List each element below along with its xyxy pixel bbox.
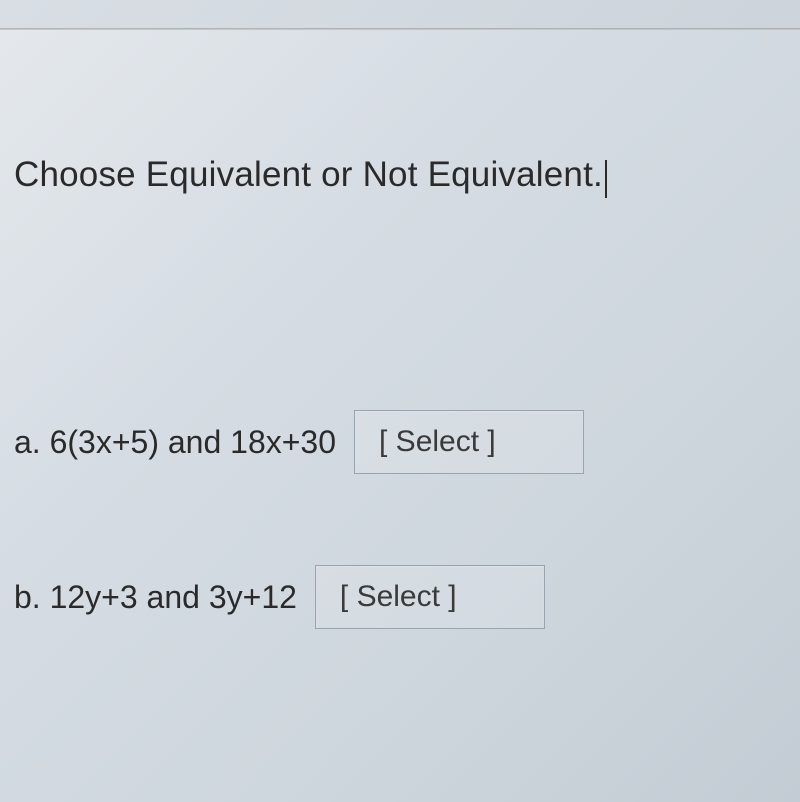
content-area: Choose Equivalent or Not Equivalent. a. … [0,30,800,802]
heading-text: Choose Equivalent or Not Equivalent. [14,155,603,194]
question-row-b: b. 12y+3 and 3y+12 [ Select ] [14,565,545,629]
select-b-placeholder: [ Select ] [340,580,457,614]
expr-a-text: 6(3x+5) and 18x+30 [50,424,336,460]
expr-b-text: 12y+3 and 3y+12 [50,579,297,615]
select-dropdown-a[interactable]: [ Select ] [354,410,584,474]
question-heading: Choose Equivalent or Not Equivalent. [14,155,607,195]
text-cursor [605,160,607,198]
expression-b: b. 12y+3 and 3y+12 [14,579,297,616]
label-b: b. [14,579,41,615]
label-a: a. [14,424,41,460]
select-a-placeholder: [ Select ] [379,425,496,459]
expression-a: a. 6(3x+5) and 18x+30 [14,424,336,461]
select-dropdown-b[interactable]: [ Select ] [315,565,545,629]
question-row-a: a. 6(3x+5) and 18x+30 [ Select ] [14,410,584,474]
